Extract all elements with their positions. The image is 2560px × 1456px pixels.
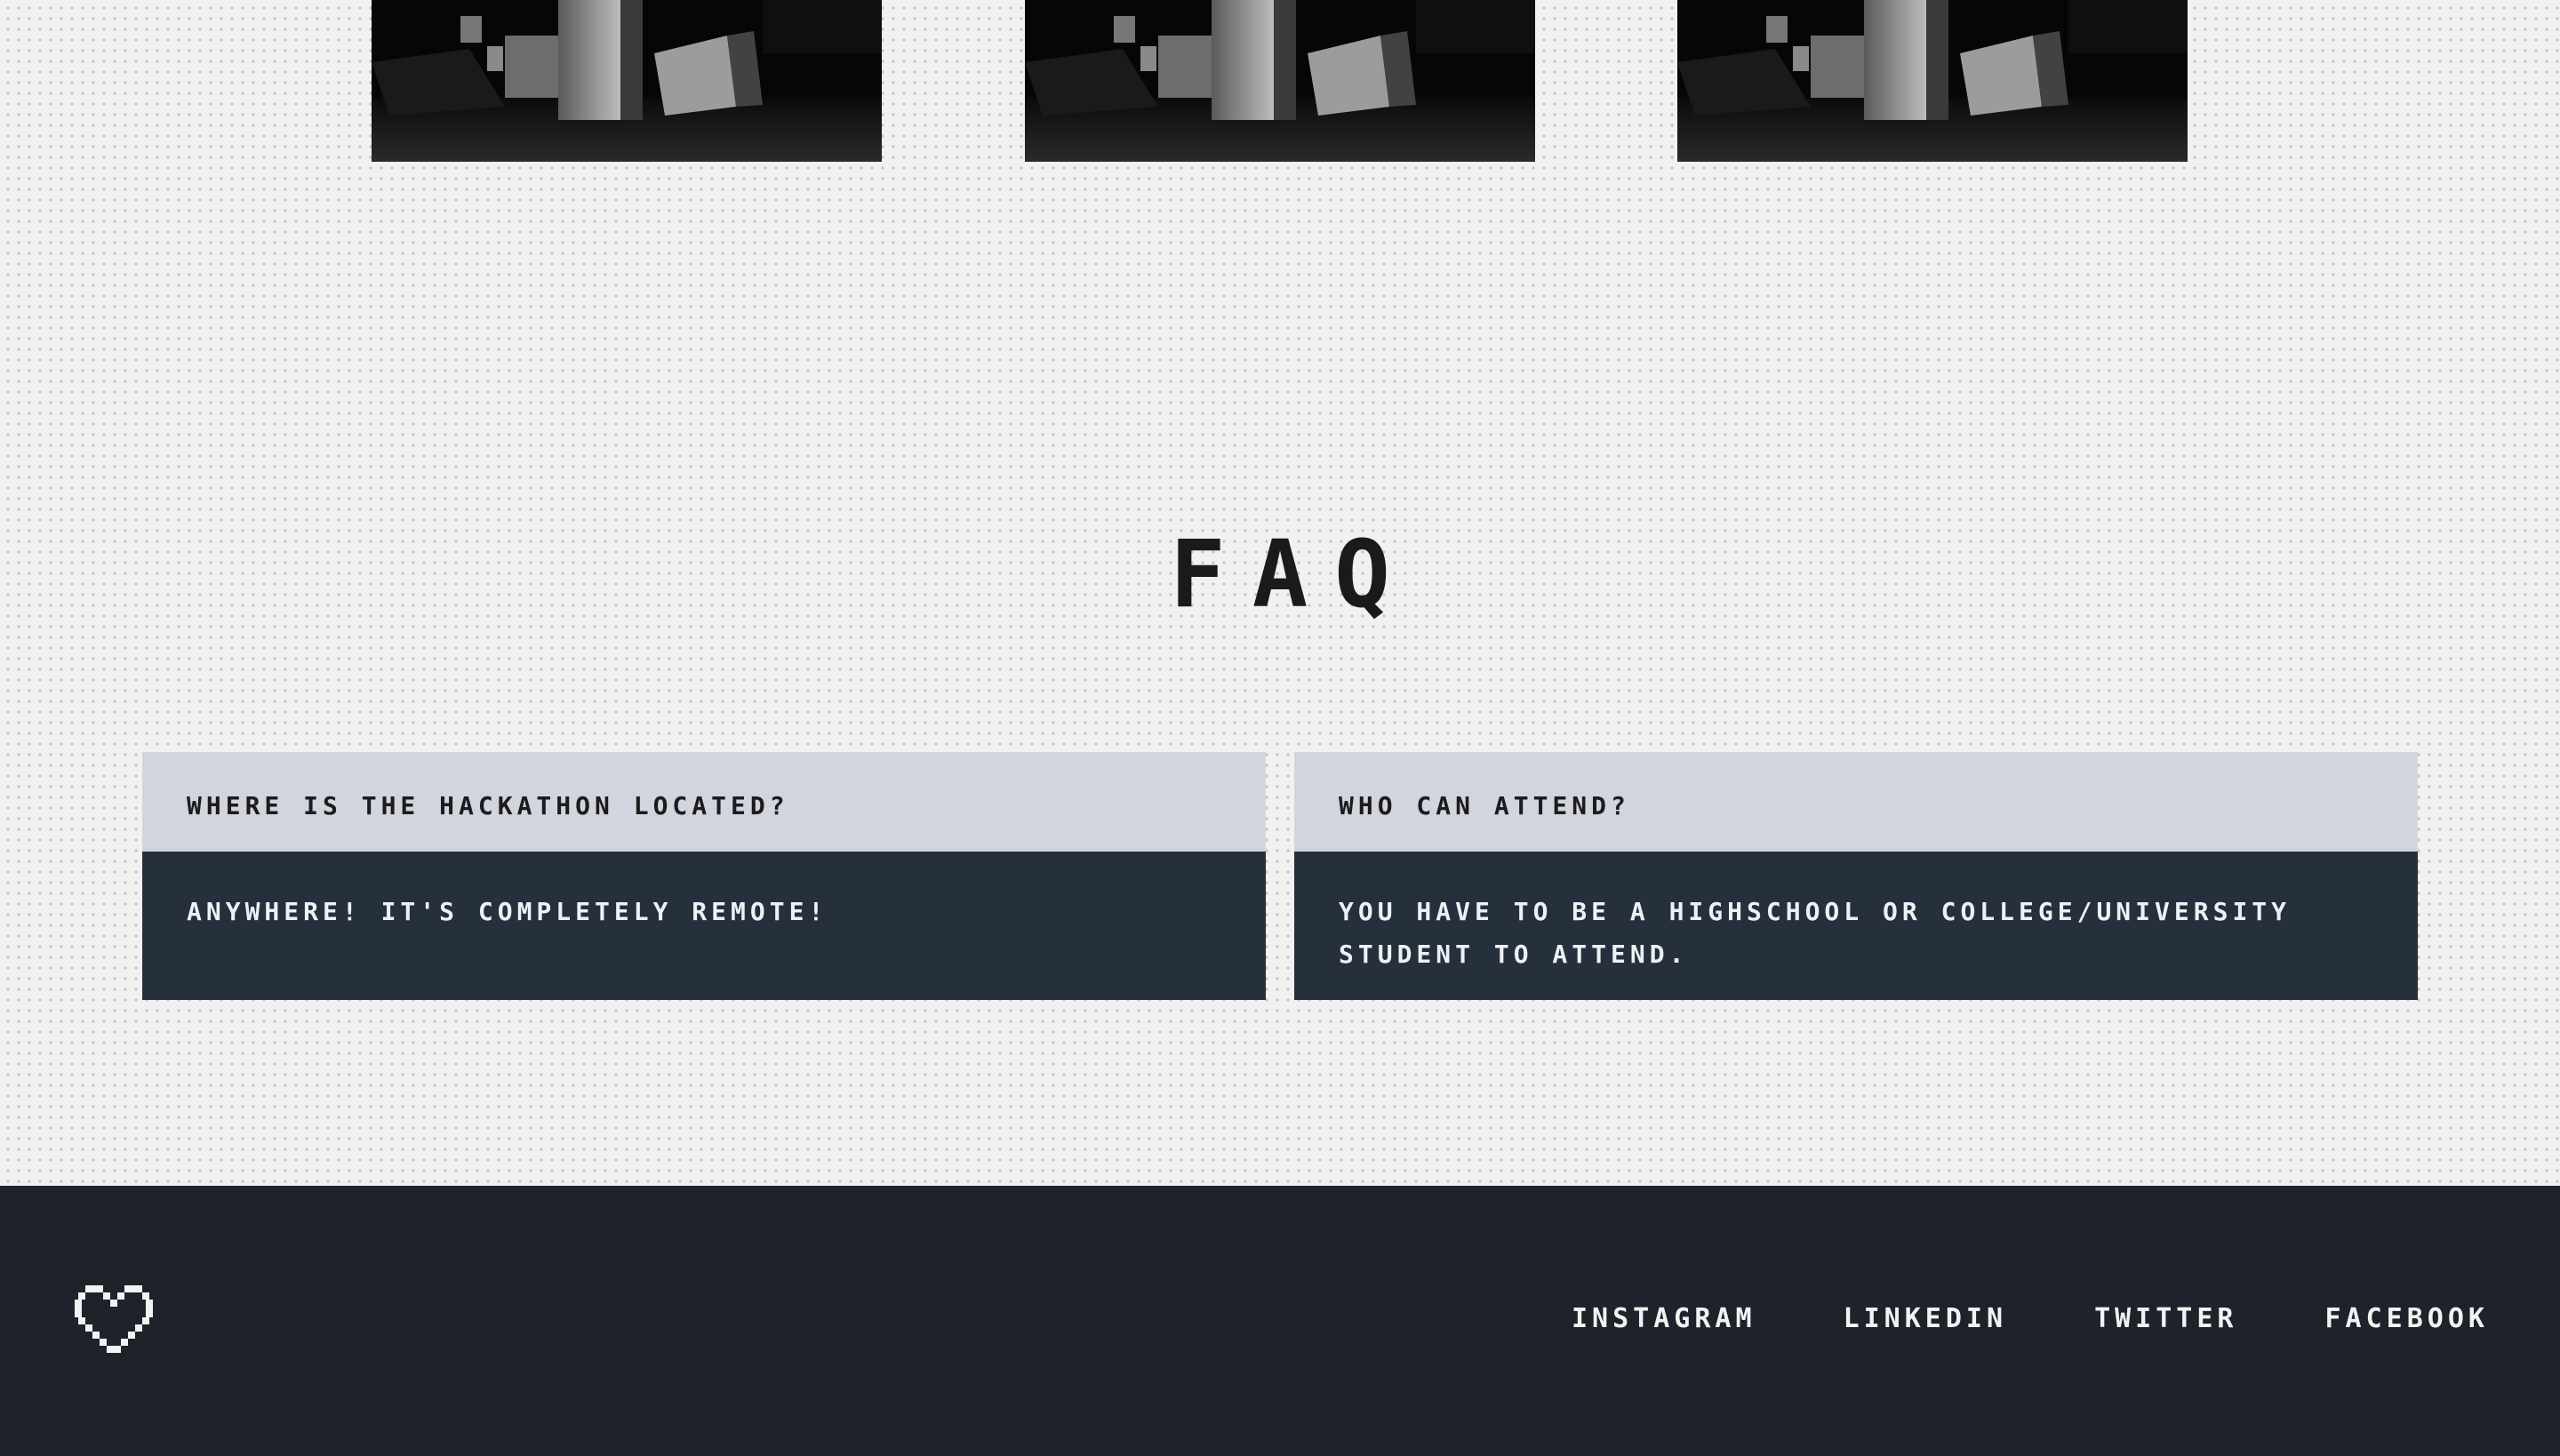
heart-icon[interactable]	[75, 1285, 153, 1356]
footer-link-facebook[interactable]: Facebook	[2325, 1303, 2490, 1334]
footer-links: Instagram LinkedIn Twitter Facebook	[1572, 1303, 2489, 1334]
gallery-image-3	[1677, 0, 2188, 162]
footer-link-linkedin[interactable]: LinkedIn	[1844, 1303, 2008, 1334]
faq-question[interactable]: Where is the hackathon located?	[142, 752, 1266, 852]
footer: Instagram LinkedIn Twitter Facebook	[0, 1186, 2560, 1456]
footer-link-instagram[interactable]: Instagram	[1572, 1303, 1756, 1334]
faq-question[interactable]: Who can attend?	[1294, 752, 2418, 852]
footer-link-twitter[interactable]: Twitter	[2094, 1303, 2237, 1334]
gallery-image-2	[1025, 0, 1535, 162]
faq-card: Who can attend? You have to be a highsch…	[1294, 752, 2418, 1000]
faq-title: FAQ	[1170, 520, 1417, 628]
faq-answer: You have to be a highschool or college/u…	[1294, 852, 2418, 1000]
faq-card: Where is the hackathon located? Anywhere…	[142, 752, 1266, 1000]
gallery-image-1	[372, 0, 882, 162]
faq-answer: Anywhere! It's completely remote!	[142, 852, 1266, 1000]
